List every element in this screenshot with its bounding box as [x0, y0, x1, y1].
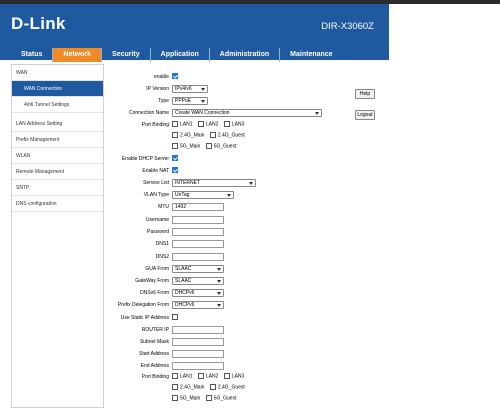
sidebar-item-dns[interactable]: DNS configuration [12, 196, 103, 212]
lan1-checkbox-2[interactable] [172, 373, 178, 379]
dnsv6-label: DNSv6 From [140, 290, 169, 296]
password-input[interactable] [172, 228, 224, 236]
dns2-label: DNS2 [155, 254, 169, 260]
lan2-checkbox-2[interactable] [197, 373, 204, 379]
2g-guest-checkbox-2[interactable] [209, 384, 216, 390]
router-ip-label: ROUTER IP [141, 327, 169, 333]
lan2-checkbox[interactable] [197, 121, 204, 127]
2g-main-checkbox-2[interactable] [172, 384, 178, 390]
dnsv6-select[interactable]: DHCPv6 [172, 289, 224, 297]
5g-main-checkbox-2[interactable] [172, 395, 178, 401]
password-label: Password [147, 229, 169, 235]
subnet-mask-input[interactable] [172, 338, 224, 346]
end-address-label: End Address [140, 363, 169, 369]
sidebar-item-wan[interactable]: WAN [12, 65, 103, 81]
nav-maintenance[interactable]: Maintenance [280, 48, 342, 62]
header-banner: D-Link DIR-X3060Z Status Network Securit… [0, 4, 389, 62]
gua-label: GUA From [145, 266, 169, 272]
mtu-input[interactable]: 1492 [172, 203, 224, 211]
connection-name-select[interactable]: Create WAN Connection [172, 109, 322, 117]
sidebar-item-prefix[interactable]: Prefix Management [12, 132, 103, 148]
vlan-type-label: VLAN Type [143, 192, 169, 198]
router-ip-input[interactable] [172, 326, 224, 334]
main-nav: Status Network Security Application Admi… [11, 48, 343, 62]
chevron-down-icon [315, 112, 319, 115]
start-address-label: Start Address [138, 351, 169, 357]
chevron-down-icon [217, 304, 221, 307]
vlan-type-select[interactable]: UnTag [172, 191, 234, 199]
chevron-down-icon [217, 292, 221, 295]
help-button[interactable]: Help [355, 89, 375, 99]
5g-guest-checkbox-2[interactable] [205, 395, 212, 401]
subnet-mask-label: Subnet Mask [139, 339, 169, 345]
dlink-logo: D-Link [11, 14, 66, 33]
dns1-label: DNS1 [155, 241, 169, 247]
prefix-delegation-label: Prefix Delegation From [117, 302, 169, 308]
mtu-label: MTU [158, 204, 169, 210]
nav-network[interactable]: Network [53, 48, 103, 62]
end-address-input[interactable] [172, 362, 224, 370]
sidebar-item-remote[interactable]: Remote Management [12, 164, 103, 180]
chevron-down-icon [249, 182, 253, 185]
port-binding-label: Port Binding [141, 122, 169, 128]
sidebar-item-4in6-tunnel[interactable]: 4in6 Tunnel Settings [12, 97, 103, 113]
model-name: DIR-X3060Z [321, 21, 374, 32]
nat-checkbox[interactable] [172, 167, 178, 173]
nav-status[interactable]: Status [11, 48, 54, 62]
5g-main-checkbox[interactable] [172, 143, 178, 149]
prefix-delegation-select[interactable]: DHCPv6 [172, 301, 224, 309]
2g-main-checkbox[interactable] [172, 132, 178, 138]
ip-version-label: IP Version [146, 86, 169, 92]
sidebar: WAN WAN Connection 4in6 Tunnel Settings … [11, 64, 104, 408]
dns2-input[interactable] [172, 253, 224, 261]
service-list-select[interactable]: INTERNET [172, 179, 256, 187]
lan3-checkbox-2[interactable] [223, 373, 230, 379]
type-select[interactable]: PPPoE [172, 97, 208, 105]
port-binding-2-label: Port Binding [141, 374, 169, 380]
lan1-checkbox[interactable] [172, 121, 178, 127]
ip-version-select[interactable]: IPv4/v6 [172, 85, 208, 93]
type-label: Type [158, 98, 169, 104]
service-list-label: Service List [143, 180, 169, 186]
nav-security[interactable]: Security [102, 48, 151, 62]
enable-checkbox[interactable] [172, 73, 178, 79]
sidebar-item-sntp[interactable]: SNTP [12, 180, 103, 196]
chevron-down-icon [201, 88, 205, 91]
gateway-label: GateWay From [135, 278, 169, 284]
static-ip-label: Use Static IP Address [120, 315, 169, 321]
static-ip-checkbox[interactable] [172, 314, 178, 320]
dhcp-server-checkbox[interactable] [172, 155, 178, 161]
connection-name-label: Connection Name [128, 110, 169, 116]
dns1-input[interactable] [172, 240, 224, 248]
2g-guest-checkbox[interactable] [209, 132, 216, 138]
lan3-checkbox[interactable] [223, 121, 230, 127]
nav-administration[interactable]: Administration [210, 48, 281, 62]
dhcp-server-label: Enable DHCP Server [121, 156, 169, 162]
username-input[interactable] [172, 216, 224, 224]
sidebar-item-wlan[interactable]: WLAN [12, 148, 103, 164]
chevron-down-icon [201, 100, 205, 103]
nat-label: Enable NAT [142, 168, 169, 174]
gua-select[interactable]: SLAAC [172, 265, 224, 273]
enable-label: enable [153, 74, 169, 80]
chevron-down-icon [217, 268, 221, 271]
sidebar-item-wan-connection[interactable]: WAN Connection [12, 81, 103, 97]
5g-guest-checkbox[interactable] [205, 143, 212, 149]
nav-application[interactable]: Application [151, 48, 210, 62]
gateway-select[interactable]: SLAAC [172, 277, 224, 285]
start-address-input[interactable] [172, 350, 224, 358]
logout-button[interactable]: Logout [355, 110, 375, 120]
chevron-down-icon [217, 280, 221, 283]
sidebar-item-lan-address[interactable]: LAN Address Setting [12, 116, 103, 132]
username-label: Username [145, 217, 169, 223]
chevron-down-icon [227, 194, 231, 197]
